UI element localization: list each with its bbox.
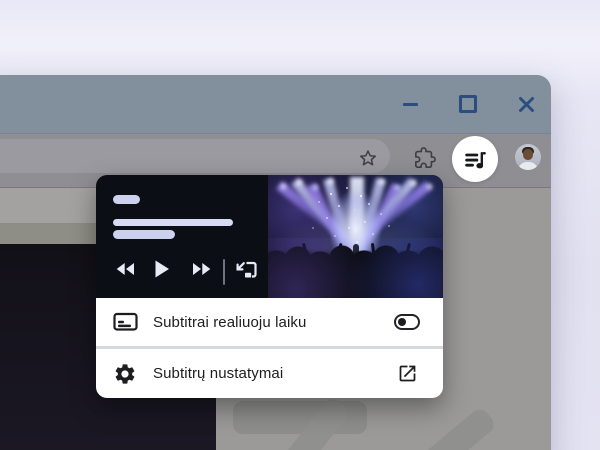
- previous-track-button[interactable]: [116, 262, 135, 276]
- avatar-shirt: [518, 162, 538, 170]
- media-artwork-thumbnail: [268, 175, 443, 298]
- live-caption-label: Subtitrai realiuoju laiku: [153, 314, 394, 331]
- picture-in-picture-icon: [234, 260, 258, 281]
- live-caption-icon: [112, 312, 138, 332]
- skeleton-card: [233, 401, 367, 434]
- toggle-thumb: [398, 318, 406, 326]
- crowd-light-tint: [268, 238, 443, 298]
- media-controls-button[interactable]: [452, 136, 498, 182]
- open-external-button[interactable]: [397, 363, 418, 384]
- extensions-button[interactable]: [414, 147, 436, 169]
- live-caption-menu-item[interactable]: Subtitrai realiuoju laiku: [96, 298, 443, 346]
- picture-in-picture-button[interactable]: [234, 260, 258, 281]
- next-track-icon: [192, 262, 211, 276]
- next-track-button[interactable]: [192, 262, 211, 276]
- maximize-icon: [459, 95, 477, 113]
- media-controls-music-note-icon: [462, 146, 488, 172]
- live-caption-toggle[interactable]: [394, 314, 420, 330]
- desktop-background: Subtitrai realiuoju laiku Subtitrų nusta…: [0, 0, 600, 450]
- source-placeholder-bar: [113, 230, 175, 239]
- minimize-icon: [403, 103, 418, 106]
- address-bar[interactable]: [0, 139, 390, 173]
- caption-settings-menu-item[interactable]: Subtitrų nustatymai: [96, 349, 443, 398]
- profile-avatar[interactable]: [515, 144, 541, 170]
- settings-gear-icon: [112, 362, 138, 386]
- skeleton-card: [384, 406, 497, 450]
- media-session-panel: [96, 175, 443, 298]
- controls-separator: [223, 259, 225, 285]
- previous-track-icon: [116, 262, 135, 276]
- play-button[interactable]: [154, 260, 170, 278]
- minimize-button[interactable]: [401, 95, 419, 113]
- maximize-button[interactable]: [459, 95, 477, 113]
- media-info-section: [96, 175, 268, 298]
- extensions-puzzle-icon: [414, 147, 436, 169]
- window-titlebar[interactable]: [0, 75, 551, 134]
- confetti-particles: [268, 175, 270, 177]
- bookmark-star-button[interactable]: [358, 148, 378, 168]
- title-placeholder-bar: [113, 195, 140, 204]
- avatar-face: [523, 149, 533, 160]
- external-link-icon: [397, 363, 418, 384]
- global-media-controls-popup: Subtitrai realiuoju laiku Subtitrų nusta…: [96, 175, 443, 398]
- close-button[interactable]: [517, 95, 535, 113]
- caption-settings-label: Subtitrų nustatymai: [153, 365, 397, 382]
- star-icon: [358, 148, 378, 168]
- window-controls: [401, 75, 535, 133]
- play-icon: [154, 260, 170, 278]
- close-icon: [518, 96, 535, 113]
- artist-placeholder-bar: [113, 219, 233, 226]
